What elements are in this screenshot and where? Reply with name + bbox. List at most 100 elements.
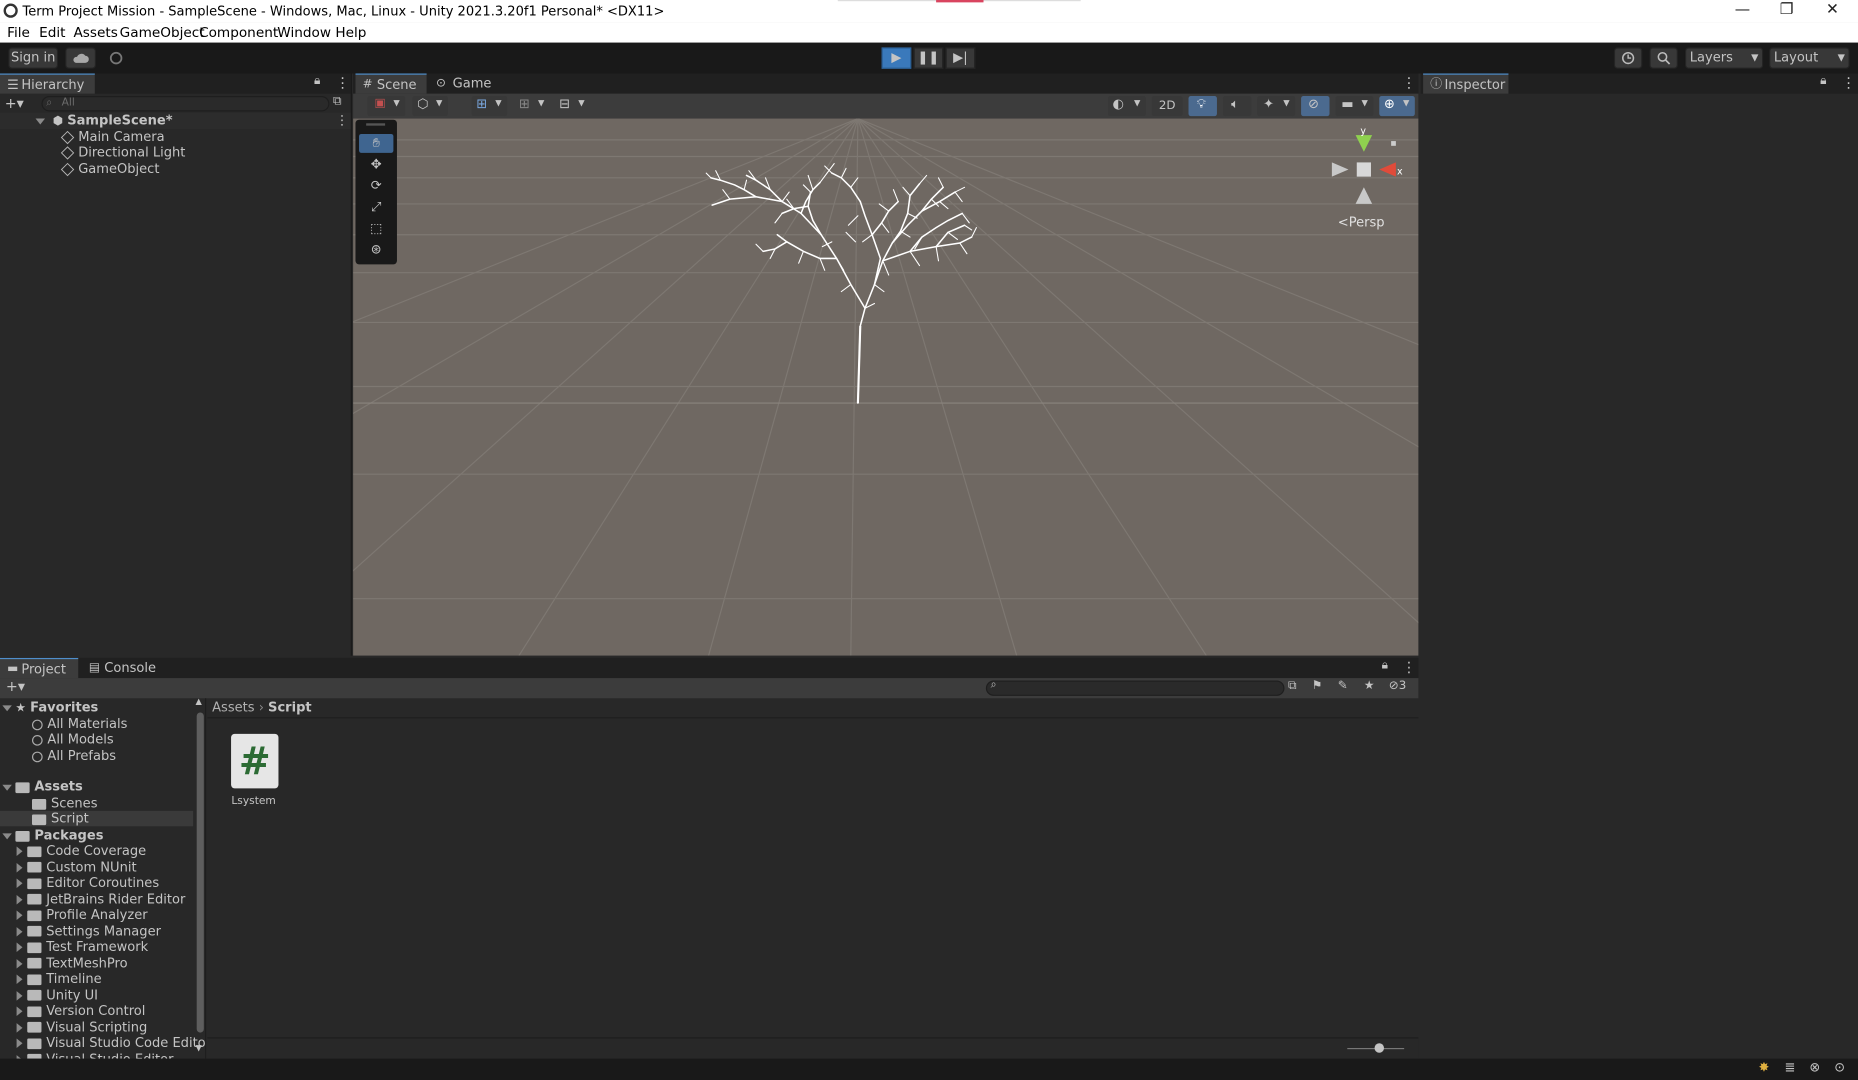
- hidden-packages-button[interactable]: ⊘3: [1389, 679, 1406, 692]
- package-item[interactable]: Code Coverage: [16, 843, 147, 858]
- tab-inspector[interactable]: ⓘ Inspector: [1423, 73, 1509, 94]
- lighting-toggle-button[interactable]: 💡︎: [1188, 96, 1217, 117]
- breadcrumb-script[interactable]: Script: [268, 699, 312, 714]
- history-button[interactable]: [1613, 47, 1643, 69]
- audio-toggle-button[interactable]: 🔈︎: [1222, 96, 1252, 117]
- lock-icon[interactable]: 🔒︎: [1382, 659, 1388, 672]
- label-icon[interactable]: ✎: [1338, 679, 1348, 692]
- tab-console[interactable]: ▤ Console: [83, 658, 161, 678]
- draw-mode-button[interactable]: ▣ ▼: [367, 96, 406, 117]
- expand-arrow-icon[interactable]: [16, 862, 23, 872]
- transform-tool-button[interactable]: ⊛: [359, 241, 393, 260]
- icon-size-slider-handle[interactable]: [1374, 1043, 1385, 1053]
- hierarchy-item[interactable]: Directional Light: [60, 145, 185, 160]
- package-item[interactable]: Custom NUnit: [16, 859, 137, 874]
- menu-edit[interactable]: Edit: [39, 24, 65, 41]
- tree-scrollbar[interactable]: ▲ ▼: [196, 698, 205, 1058]
- package-item[interactable]: Settings Manager: [16, 923, 161, 938]
- shading-button[interactable]: ◐ ▼: [1107, 96, 1146, 117]
- package-item[interactable]: Test Framework: [16, 939, 148, 954]
- expand-arrow-icon[interactable]: [16, 846, 23, 856]
- package-item[interactable]: JetBrains Rider Editor: [16, 891, 186, 906]
- gizmo-center-cube[interactable]: [1356, 162, 1371, 177]
- menu-gameobject[interactable]: GameObject: [120, 24, 205, 41]
- tab-scene[interactable]: # Scene: [355, 73, 427, 94]
- package-item[interactable]: Editor Coroutines: [16, 875, 159, 890]
- favorite-item[interactable]: All Prefabs: [31, 748, 116, 763]
- package-item[interactable]: Visual Studio Editor: [16, 1051, 174, 1059]
- layout-dropdown[interactable]: Layout ▼: [1769, 47, 1850, 69]
- 2d-toggle-button[interactable]: 2D: [1151, 96, 1183, 117]
- rotate-tool-button[interactable]: ⟳: [359, 177, 393, 196]
- star-icon[interactable]: ★: [1364, 679, 1375, 692]
- hierarchy-item[interactable]: Main Camera: [60, 129, 165, 145]
- scroll-down-icon[interactable]: ▼: [196, 1043, 202, 1052]
- package-item[interactable]: Unity UI: [16, 987, 98, 1002]
- package-item[interactable]: Timeline: [16, 971, 102, 986]
- search-button[interactable]: [1649, 47, 1678, 69]
- scene-kebab-icon[interactable]: ⋮: [335, 113, 348, 130]
- snap-toggle-button[interactable]: ⊞ ▼: [471, 96, 508, 117]
- lock-icon[interactable]: 🔒︎: [1820, 75, 1826, 88]
- expand-arrow-icon[interactable]: [16, 1038, 23, 1048]
- rect-tool-button[interactable]: ⬚: [359, 219, 393, 238]
- effects-button[interactable]: ✦ ▼: [1257, 96, 1296, 117]
- sign-in-button[interactable]: Sign in: [8, 47, 59, 69]
- move-tool-button[interactable]: ✥: [359, 155, 393, 174]
- restore-button[interactable]: ❐: [1780, 1, 1794, 19]
- package-item[interactable]: Visual Scripting: [16, 1019, 147, 1034]
- expand-arrow-icon[interactable]: [16, 990, 23, 1000]
- favorites-row[interactable]: ★ Favorites: [2, 699, 98, 716]
- hierarchy-search-input[interactable]: ⌕ All: [41, 96, 330, 112]
- hierarchy-item[interactable]: GameObject: [60, 161, 159, 177]
- favorite-item[interactable]: All Models: [31, 731, 114, 747]
- menu-window[interactable]: Window: [277, 24, 331, 41]
- pause-button[interactable]: ❚❚: [913, 47, 944, 69]
- gizmo-y-cone[interactable]: [1355, 135, 1373, 152]
- menu-file[interactable]: File: [7, 24, 30, 41]
- expand-arrow-icon[interactable]: [16, 958, 23, 968]
- favorite-item[interactable]: All Materials: [31, 716, 127, 731]
- collab-button[interactable]: [103, 47, 129, 68]
- gizmo-neg-y-cone[interactable]: [1355, 187, 1373, 204]
- scene-row[interactable]: ⬢ SampleScene* ⋮: [0, 112, 351, 130]
- hand-tool-button[interactable]: ✋︎: [359, 133, 394, 153]
- folder-item[interactable]: Scenes: [31, 795, 98, 811]
- visibility-toggle-button[interactable]: ⊘: [1301, 96, 1330, 117]
- layers-dropdown[interactable]: Layers ▼: [1684, 47, 1764, 69]
- bug-icon[interactable]: ✸: [1758, 1060, 1769, 1075]
- expand-arrow-icon[interactable]: [16, 974, 23, 984]
- increment-snap-button[interactable]: ⊟ ▼: [555, 96, 591, 116]
- breadcrumb-assets[interactable]: Assets: [212, 699, 254, 714]
- scroll-thumb[interactable]: [196, 712, 204, 1033]
- persp-label[interactable]: <Persp: [1338, 215, 1385, 230]
- database-icon[interactable]: ≣: [1785, 1060, 1796, 1075]
- scroll-up-icon[interactable]: ▲: [196, 698, 202, 706]
- packages-row[interactable]: Packages: [2, 827, 103, 843]
- search-by-type-icon[interactable]: ⧉: [1288, 679, 1296, 692]
- grid-snap-button[interactable]: ⊞ ▼: [514, 96, 550, 116]
- expand-arrow-icon[interactable]: [16, 910, 23, 920]
- folder-item-selected[interactable]: Script: [0, 810, 194, 827]
- create-button[interactable]: +▾: [6, 678, 25, 695]
- drag-handle[interactable]: [366, 123, 386, 126]
- tab-hierarchy[interactable]: ☰ Hierarchy: [0, 73, 95, 94]
- project-search-input[interactable]: ⌕: [985, 679, 1285, 696]
- package-item[interactable]: Profile Analyzer: [16, 907, 148, 922]
- scale-tool-button[interactable]: ⤢: [359, 198, 393, 217]
- kebab-menu-icon[interactable]: ⋮: [1402, 659, 1416, 676]
- step-button[interactable]: ▶|: [945, 47, 976, 69]
- package-item[interactable]: Version Control: [16, 1003, 145, 1018]
- assets-row[interactable]: Assets: [2, 779, 83, 794]
- tab-project[interactable]: ▬ Project: [0, 657, 79, 679]
- scene-viewport[interactable]: ✋︎ ✥ ⟳ ⤢ ⬚ ⊛ x y <Persp: [353, 118, 1419, 656]
- kebab-menu-icon[interactable]: ⋮: [335, 75, 349, 92]
- lock-icon[interactable]: 🔒︎: [314, 75, 320, 88]
- menu-component[interactable]: Component: [199, 24, 278, 41]
- network-icon[interactable]: ⊗: [1809, 1060, 1820, 1075]
- camera-settings-button[interactable]: ▬ ▼: [1335, 96, 1374, 117]
- gizmo-neg-x-cone[interactable]: [1331, 162, 1349, 177]
- gizmos-button[interactable]: ⊕ ▼: [1379, 96, 1415, 117]
- create-button[interactable]: +▾: [5, 95, 38, 112]
- gizmo-x-cone[interactable]: [1379, 162, 1396, 177]
